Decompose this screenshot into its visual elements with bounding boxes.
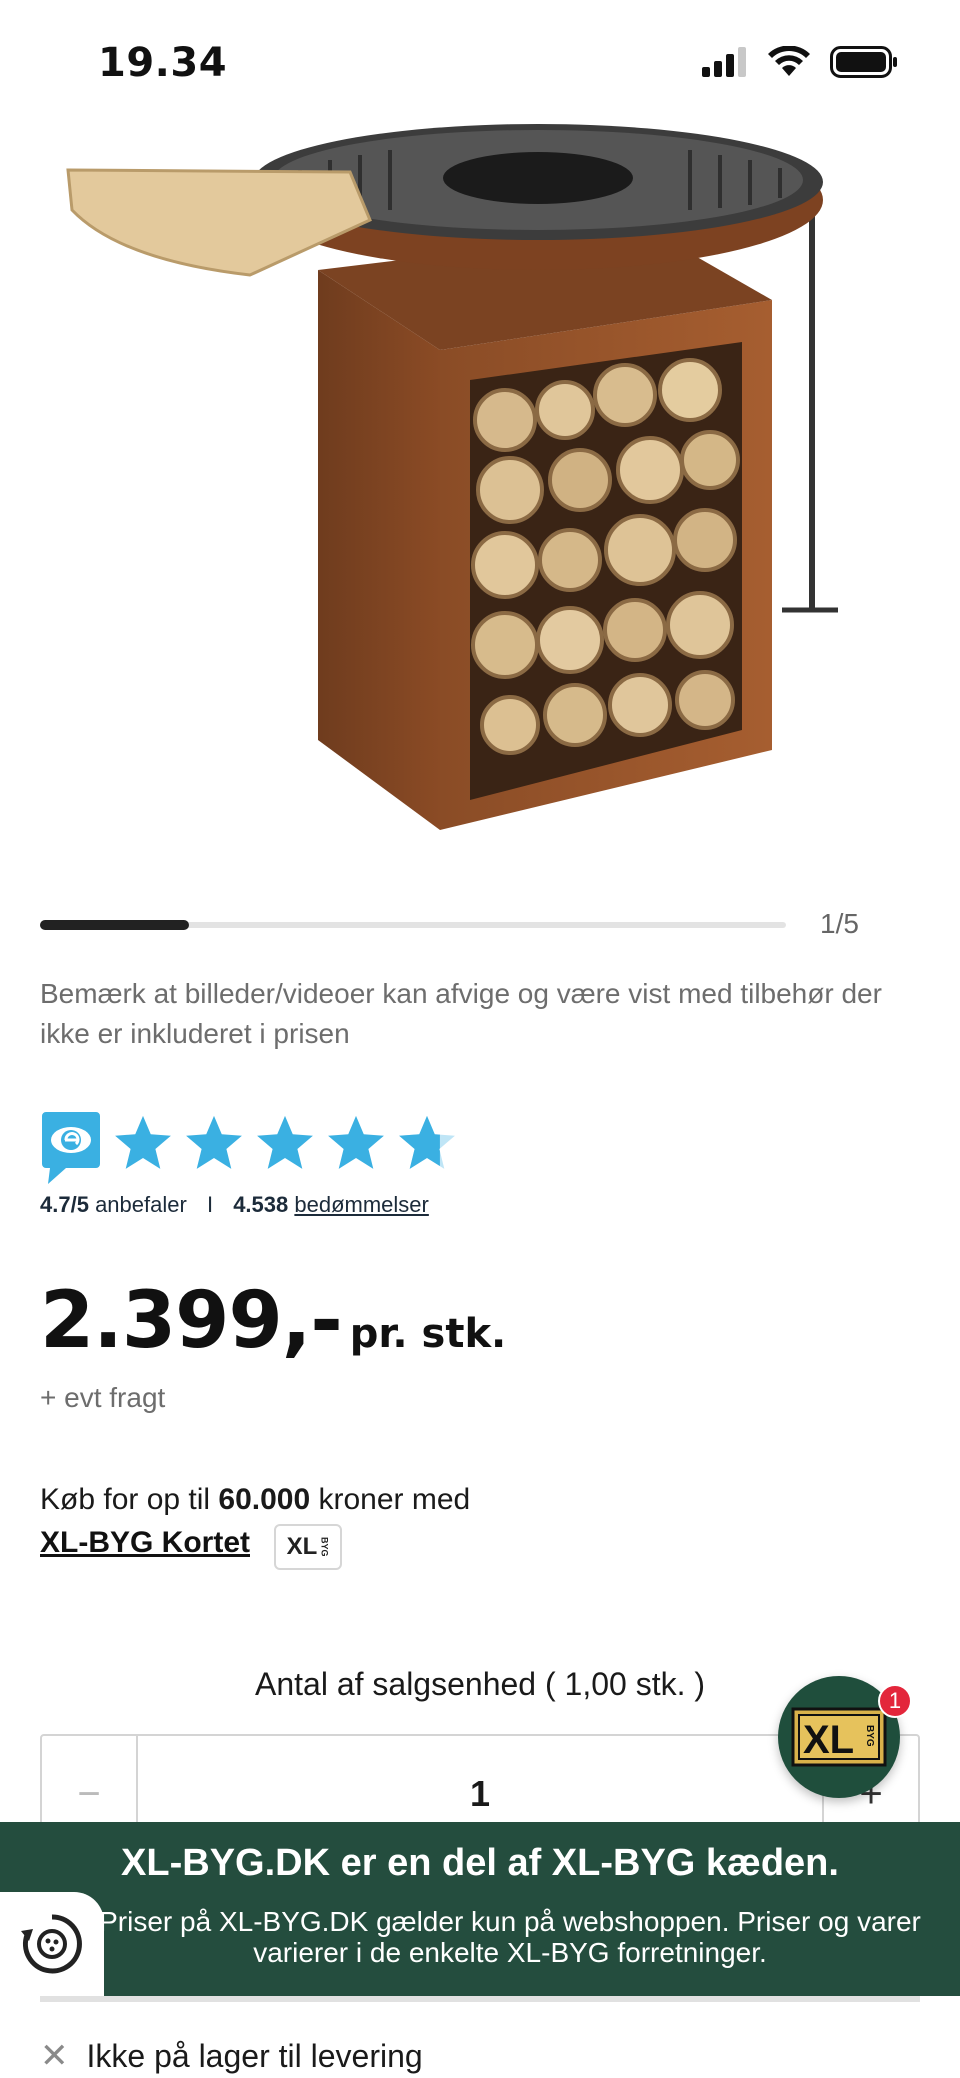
credit-amount: 60.000 (218, 1483, 311, 1516)
rating-summary: 4.7/5 anbefaler I 4.538 bedømmelser (40, 1192, 429, 1218)
gallery-counter: 1/5 (820, 908, 859, 939)
gallery-progress-fill (40, 920, 190, 930)
banner-title: XL-BYG.DK er en del af XL-BYG kæden. (121, 1842, 839, 1884)
wifi-icon (768, 46, 810, 76)
xl-byg-card-link[interactable]: XL-BYG Kortet (40, 1526, 250, 1560)
xl-card-logo-small: BYG (319, 1537, 330, 1557)
reviews-link[interactable]: bedømmelser (294, 1192, 428, 1217)
price-block: 2.399,- pr. stk. (40, 1276, 506, 1366)
star-half-icon (399, 1115, 455, 1169)
stock-text: Ikke på lager til levering (86, 2037, 423, 2074)
rating-recommend: anbefaler (95, 1192, 187, 1217)
status-bar: 19.34 (0, 0, 960, 120)
image-disclaimer: Bemærk at billeder/videoer kan afvige og… (40, 978, 882, 1049)
credit-suffix: kroner med (310, 1483, 471, 1516)
status-icons (702, 46, 898, 78)
cookie-settings-button[interactable] (0, 1892, 104, 1996)
rating-stars (112, 1112, 458, 1174)
cookie-settings-icon (21, 1914, 82, 1974)
xl-card-logo-text: XL (286, 1533, 318, 1560)
price-unit: pr. stk. (349, 1311, 507, 1357)
freight-note: + evt fragt (40, 1382, 166, 1413)
banner-text: Priser på XL-BYG.DK gælder kun på websho… (99, 1906, 921, 1968)
unavailable-icon: ✕ (40, 2037, 69, 2075)
battery-icon (830, 46, 897, 78)
star-icon (186, 1115, 242, 1169)
star-icon (115, 1115, 171, 1169)
status-time: 19.34 (98, 40, 228, 86)
section-divider (40, 1996, 920, 2002)
signal-icon (702, 47, 746, 77)
star-icon (257, 1115, 313, 1169)
svg-text:BYG: BYG (864, 1725, 875, 1747)
rating-score: 4.7/5 (40, 1192, 89, 1217)
price-amount: 2.399,- (40, 1276, 343, 1366)
credit-offer: Køb for op til 60.000 kroner med (40, 1478, 470, 1522)
xl-byg-logo-icon: XL BYG (791, 1707, 887, 1767)
gallery-progress (40, 920, 786, 930)
credit-prefix: Køb for op til (40, 1483, 219, 1516)
emaerket-logo-icon (42, 1112, 100, 1184)
notification-badge: 1 (878, 1684, 912, 1718)
svg-text:XL: XL (803, 1718, 854, 1762)
grill-illustration (66, 124, 838, 830)
star-icon (328, 1115, 384, 1169)
rating-separator: I (206, 1192, 214, 1217)
xl-byg-card-logo: XL BYG (274, 1524, 342, 1570)
rating-count: 4.538 (233, 1192, 289, 1217)
store-info-banner: XL-BYG.DK er en del af XL-BYG kæden. Pri… (0, 1822, 960, 1996)
stock-status: ✕ Ikke på lager til levering (40, 2036, 423, 2076)
product-image[interactable] (0, 110, 960, 850)
